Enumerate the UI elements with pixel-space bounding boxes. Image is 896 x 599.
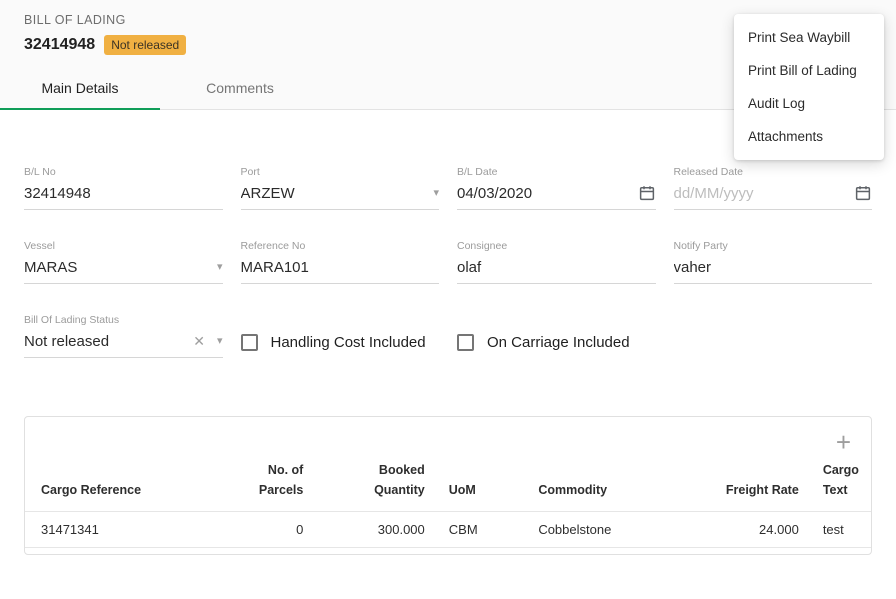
reference-no-control [241, 254, 440, 284]
cargo-card: + Cargo Reference No. of Parcels Booked … [24, 416, 872, 555]
notify-party-input[interactable] [674, 259, 873, 276]
notify-party-label: Notify Party [674, 240, 873, 252]
bl-no-input[interactable] [24, 185, 223, 202]
cell-cargo-text: test [811, 512, 871, 548]
released-date-calendar-button[interactable] [854, 184, 872, 202]
bl-no-control [24, 180, 223, 210]
cargo-table-header-row: Cargo Reference No. of Parcels Booked Qu… [25, 455, 871, 511]
col-freight-rate: Freight Rate [713, 455, 811, 511]
status-badge: Not released [104, 35, 186, 55]
menu-item-print-sea-waybill[interactable]: Print Sea Waybill [734, 21, 884, 54]
bl-date-input[interactable] [457, 185, 638, 202]
col-commodity: Commodity [526, 455, 713, 511]
bl-date-control [457, 180, 656, 210]
clear-icon[interactable]: ✕ [193, 334, 205, 348]
col-cargo-text: Cargo Text [811, 455, 871, 511]
consignee-control [457, 254, 656, 284]
cargo-table: Cargo Reference No. of Parcels Booked Qu… [25, 455, 871, 548]
reference-no-field: Reference No [241, 240, 440, 284]
cell-commodity: Cobbelstone [526, 512, 713, 548]
add-cargo-button[interactable]: + [836, 429, 851, 455]
chevron-down-icon: ▾ [433, 188, 439, 199]
on-carriage-label: On Carriage Included [487, 334, 630, 351]
bill-of-lading-page: BILL OF LADING 32414948 Not released Mai… [0, 0, 896, 599]
bol-number: 32414948 [24, 36, 95, 54]
reference-no-label: Reference No [241, 240, 440, 252]
bl-date-calendar-button[interactable] [638, 184, 656, 202]
reference-no-input[interactable] [241, 259, 440, 276]
cell-booked-quantity: 300.000 [315, 512, 436, 548]
consignee-field: Consignee [457, 240, 656, 284]
vessel-value: MARAS [24, 259, 217, 276]
tab-main-details[interactable]: Main Details [0, 66, 160, 109]
menu-item-print-bill-of-lading[interactable]: Print Bill of Lading [734, 54, 884, 87]
vessel-label: Vessel [24, 240, 223, 252]
empty-cell [674, 314, 873, 358]
vessel-field: Vessel MARAS ▾ [24, 240, 223, 284]
port-select[interactable]: ARZEW ▾ [241, 180, 440, 210]
bl-no-label: B/L No [24, 166, 223, 178]
menu-item-attachments[interactable]: Attachments [734, 120, 884, 153]
consignee-input[interactable] [457, 259, 656, 276]
col-uom: UoM [437, 455, 527, 511]
chevron-down-icon: ▾ [217, 336, 223, 347]
cell-freight-rate: 24.000 [713, 512, 811, 548]
notify-party-control [674, 254, 873, 284]
checkbox-icon [241, 334, 258, 351]
bl-status-select[interactable]: Not released ✕ ▾ [24, 328, 223, 358]
on-carriage-checkbox[interactable]: On Carriage Included [457, 314, 656, 358]
calendar-icon [854, 184, 872, 202]
checkbox-icon [457, 334, 474, 351]
handling-cost-checkbox[interactable]: Handling Cost Included [241, 314, 440, 358]
vessel-select[interactable]: MARAS ▾ [24, 254, 223, 284]
cell-uom: CBM [437, 512, 527, 548]
col-booked-quantity: Booked Quantity [315, 455, 436, 511]
cell-no-of-parcels: 0 [224, 512, 316, 548]
actions-menu: Print Sea Waybill Print Bill of Lading A… [734, 14, 884, 160]
handling-cost-label: Handling Cost Included [271, 334, 426, 351]
plus-icon: + [836, 427, 851, 457]
port-field: Port ARZEW ▾ [241, 166, 440, 210]
bl-date-field: B/L Date [457, 166, 656, 210]
consignee-label: Consignee [457, 240, 656, 252]
bl-status-label: Bill Of Lading Status [24, 314, 223, 326]
released-date-field: Released Date [674, 166, 873, 210]
released-date-input[interactable] [674, 185, 855, 202]
table-row[interactable]: 31471341 0 300.000 CBM Cobbelstone 24.00… [25, 512, 871, 548]
cell-cargo-reference: 31471341 [25, 512, 224, 548]
released-date-label: Released Date [674, 166, 873, 178]
chevron-down-icon: ▾ [217, 262, 223, 273]
calendar-icon [638, 184, 656, 202]
notify-party-field: Notify Party [674, 240, 873, 284]
released-date-control [674, 180, 873, 210]
bl-no-field: B/L No [24, 166, 223, 210]
bl-date-label: B/L Date [457, 166, 656, 178]
bl-status-field: Bill Of Lading Status Not released ✕ ▾ [24, 314, 223, 358]
menu-item-audit-log[interactable]: Audit Log [734, 87, 884, 120]
col-no-of-parcels: No. of Parcels [224, 455, 316, 511]
tab-comments[interactable]: Comments [160, 66, 320, 109]
col-cargo-reference: Cargo Reference [25, 455, 224, 511]
port-value: ARZEW [241, 185, 434, 202]
port-label: Port [241, 166, 440, 178]
bl-status-value: Not released [24, 333, 193, 350]
